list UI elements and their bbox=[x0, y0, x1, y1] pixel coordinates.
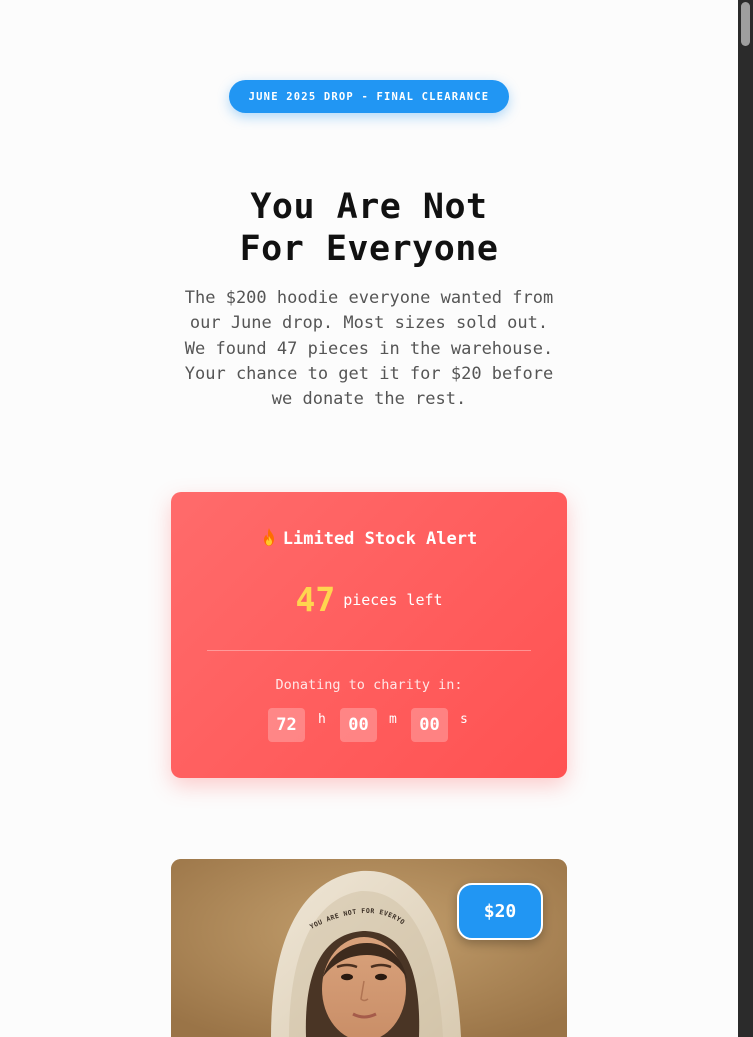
countdown-seconds-unit: s bbox=[460, 712, 468, 727]
stock-label: pieces left bbox=[343, 590, 443, 609]
countdown-hours-unit: h bbox=[318, 712, 326, 727]
countdown-minutes: 00 bbox=[340, 708, 377, 742]
price-tag[interactable]: $20 bbox=[457, 883, 543, 940]
stock-count: 47 bbox=[295, 580, 336, 619]
stock-alert-title-text: Limited Stock Alert bbox=[282, 529, 478, 549]
drop-badge: JUNE 2025 DROP - FINAL CLEARANCE bbox=[229, 80, 509, 113]
stock-counter: 47 pieces left bbox=[171, 580, 567, 619]
page-viewport: JUNE 2025 DROP - FINAL CLEARANCE You Are… bbox=[0, 0, 753, 1037]
hero-description-line: We found 47 pieces in the warehouse. bbox=[184, 338, 554, 359]
hero-description-line: The $200 hoodie everyone wanted from bbox=[184, 288, 554, 308]
hero-description: The $200 hoodie everyone wanted from our… bbox=[164, 286, 574, 412]
countdown-seconds: 00 bbox=[411, 708, 448, 742]
stock-alert-title: Limited Stock Alert bbox=[171, 527, 567, 549]
page-title-line-1: You Are Not bbox=[250, 187, 488, 227]
scrollbar-thumb[interactable] bbox=[741, 2, 750, 46]
stock-alert-card: Limited Stock Alert 47 pieces left Donati… bbox=[171, 492, 567, 778]
page-title-line-2: For Everyone bbox=[239, 229, 499, 269]
donate-countdown-label: Donating to charity in: bbox=[275, 677, 463, 693]
page-scrollbar[interactable] bbox=[738, 0, 753, 1037]
countdown-hours: 72 bbox=[268, 708, 305, 742]
countdown-minutes-unit: m bbox=[389, 712, 397, 727]
alert-divider bbox=[207, 650, 531, 651]
fire-icon bbox=[263, 528, 274, 546]
hero-description-line: Your chance to get it for $20 before bbox=[184, 363, 554, 384]
hero-description-line: we donate the rest. bbox=[271, 389, 467, 410]
landing-page: JUNE 2025 DROP - FINAL CLEARANCE You Are… bbox=[0, 0, 738, 1037]
page-title: You Are Not For Everyone bbox=[0, 186, 738, 270]
hero-description-line: our June drop. Most sizes sold out. bbox=[189, 313, 549, 334]
